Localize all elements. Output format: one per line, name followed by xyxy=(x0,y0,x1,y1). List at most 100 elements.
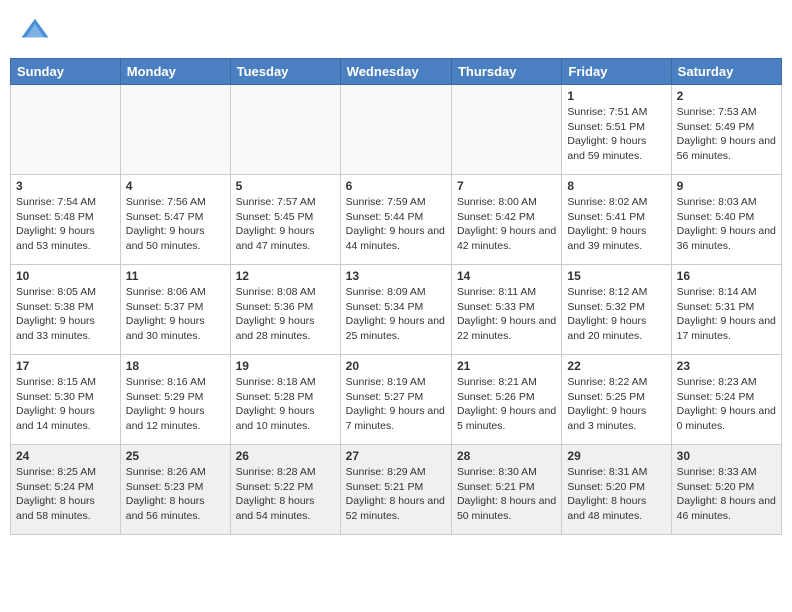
day-info-line: Sunset: 5:45 PM xyxy=(236,211,314,223)
day-info-line: Sunset: 5:36 PM xyxy=(236,301,314,313)
day-info-line: Daylight: 8 hours and 58 minutes. xyxy=(16,495,95,522)
day-info-line: Sunset: 5:25 PM xyxy=(567,391,645,403)
day-number: 30 xyxy=(677,449,776,463)
day-info-line: Daylight: 9 hours and 50 minutes. xyxy=(126,225,205,252)
weekday-header-wednesday: Wednesday xyxy=(340,59,451,85)
calendar-cell: 13 Sunrise: 8:09 AMSunset: 5:34 PMDayligh… xyxy=(340,265,451,355)
calendar-cell: 1Sunrise: 7:51 AMSunset: 5:51 PMDaylight… xyxy=(562,85,671,175)
day-info-line: Sunset: 5:44 PM xyxy=(346,211,424,223)
day-info: Sunrise: 8:21 AMSunset: 5:26 PMDaylight:… xyxy=(457,375,556,434)
day-info-line: Sunrise: 8:25 AM xyxy=(16,466,96,478)
day-number: 28 xyxy=(457,449,556,463)
day-info-line: Sunset: 5:48 PM xyxy=(16,211,94,223)
day-info-line: Daylight: 9 hours and 0 minutes. xyxy=(677,405,776,432)
day-info-line: Sunset: 5:24 PM xyxy=(16,481,94,493)
calendar-cell: 5Sunrise: 7:57 AMSunset: 5:45 PMDaylight… xyxy=(230,175,340,265)
day-info: Sunrise: 7:54 AMSunset: 5:48 PMDaylight:… xyxy=(16,195,115,254)
calendar-cell: 20Sunrise: 8:19 AMSunset: 5:27 PMDayligh… xyxy=(340,355,451,445)
day-info: Sunrise: 7:51 AMSunset: 5:51 PMDaylight:… xyxy=(567,105,665,164)
day-info-line: Daylight: 9 hours and 53 minutes. xyxy=(16,225,95,252)
calendar-cell: 7Sunrise: 8:00 AMSunset: 5:42 PMDaylight… xyxy=(451,175,561,265)
day-number: 11 xyxy=(126,269,225,283)
calendar-cell: 12Sunrise: 8:08 AMSunset: 5:36 PMDayligh… xyxy=(230,265,340,355)
day-info-line: Daylight: 9 hours and 20 minutes. xyxy=(567,315,646,342)
day-info-line: Sunset: 5:31 PM xyxy=(677,301,755,313)
day-info-line: Sunrise: 7:59 AM xyxy=(346,196,426,208)
day-info-line: Daylight: 9 hours and 47 minutes. xyxy=(236,225,315,252)
day-number: 8 xyxy=(567,179,665,193)
day-info-line: Daylight: 9 hours and 5 minutes. xyxy=(457,405,556,432)
day-info: Sunrise: 8:26 AMSunset: 5:23 PMDaylight:… xyxy=(126,465,225,524)
calendar-week-row-2: 3Sunrise: 7:54 AMSunset: 5:48 PMDaylight… xyxy=(11,175,782,265)
day-info: Sunrise: 8:23 AMSunset: 5:24 PMDaylight:… xyxy=(677,375,776,434)
day-info-line: Sunrise: 7:51 AM xyxy=(567,106,647,118)
day-info-line: Sunrise: 8:12 AM xyxy=(567,286,647,298)
day-info-line: Daylight: 8 hours and 46 minutes. xyxy=(677,495,776,522)
day-number: 2 xyxy=(677,89,776,103)
day-number: 26 xyxy=(236,449,335,463)
day-number: 16 xyxy=(677,269,776,283)
calendar-cell: 29Sunrise: 8:31 AMSunset: 5:20 PMDayligh… xyxy=(562,445,671,535)
logo-icon xyxy=(20,15,50,45)
calendar-week-row-3: 10Sunrise: 8:05 AMSunset: 5:38 PMDayligh… xyxy=(11,265,782,355)
day-info: Sunrise: 8:30 AMSunset: 5:21 PMDaylight:… xyxy=(457,465,556,524)
calendar-cell: 24Sunrise: 8:25 AMSunset: 5:24 PMDayligh… xyxy=(11,445,121,535)
calendar-cell xyxy=(230,85,340,175)
day-info-line: Sunset: 5:47 PM xyxy=(126,211,204,223)
day-info-line: Sunrise: 8:08 AM xyxy=(236,286,316,298)
day-info-line: Sunset: 5:49 PM xyxy=(677,121,755,133)
day-info: Sunrise: 7:53 AMSunset: 5:49 PMDaylight:… xyxy=(677,105,776,164)
day-info: Sunrise: 8:18 AMSunset: 5:28 PMDaylight:… xyxy=(236,375,335,434)
calendar-cell: 4 Sunrise: 7:56 AM Sunset: 5:47 PM Daylight… xyxy=(120,175,230,265)
day-info-line: Sunrise: 7:56 AM xyxy=(126,196,206,208)
calendar-cell: 21Sunrise: 8:21 AMSunset: 5:26 PMDayligh… xyxy=(451,355,561,445)
day-number: 27 xyxy=(346,449,446,463)
day-number: 12 xyxy=(236,269,335,283)
day-info-line: Sunset: 5:32 PM xyxy=(567,301,645,313)
day-info-line: Sunrise: 8:31 AM xyxy=(567,466,647,478)
calendar-cell: 3Sunrise: 7:54 AMSunset: 5:48 PMDaylight… xyxy=(11,175,121,265)
day-info-line: Sunset: 5:20 PM xyxy=(677,481,755,493)
day-info-line: Sunrise: 8:15 AM xyxy=(16,376,96,388)
calendar-cell: 16Sunrise: 8:14 AMSunset: 5:31 PMDayligh… xyxy=(671,265,781,355)
day-info: Sunrise: 8:06 AMSunset: 5:37 PMDaylight:… xyxy=(126,285,225,344)
day-info-line: Daylight: 8 hours and 50 minutes. xyxy=(457,495,556,522)
day-number: 14 xyxy=(457,269,556,283)
day-number: 17 xyxy=(16,359,115,373)
day-info-line: Daylight: 9 hours and 56 minutes. xyxy=(677,135,776,162)
day-info-line: Sunrise: 8:09 AM xyxy=(346,286,426,298)
day-info-line: Sunset: 5:42 PM xyxy=(457,211,535,223)
day-info: Sunrise: 8:19 AMSunset: 5:27 PMDaylight:… xyxy=(346,375,446,434)
day-info: Sunrise: 8:05 AMSunset: 5:38 PMDaylight:… xyxy=(16,285,115,344)
calendar-week-row-5: 24Sunrise: 8:25 AMSunset: 5:24 PMDayligh… xyxy=(11,445,782,535)
day-info: Sunrise: 8:11 AMSunset: 5:33 PMDaylight:… xyxy=(457,285,556,344)
day-info: Sunrise: 8:09 AMSunset: 5:34 PMDaylight:… xyxy=(346,285,446,344)
day-info-line: Daylight: 8 hours and 52 minutes. xyxy=(346,495,445,522)
day-number: 13 xyxy=(346,269,446,283)
calendar-cell: 9Sunrise: 8:03 AMSunset: 5:40 PMDaylight… xyxy=(671,175,781,265)
day-info-line: Sunrise: 8:06 AM xyxy=(126,286,206,298)
day-number: 6 xyxy=(346,179,446,193)
calendar-cell xyxy=(11,85,121,175)
day-info-line: Daylight: 9 hours and 39 minutes. xyxy=(567,225,646,252)
day-info-line: Daylight: 9 hours and 12 minutes. xyxy=(126,405,205,432)
weekday-header-tuesday: Tuesday xyxy=(230,59,340,85)
calendar-cell: 17Sunrise: 8:15 AMSunset: 5:30 PMDayligh… xyxy=(11,355,121,445)
day-info-line: Sunset: 5:20 PM xyxy=(567,481,645,493)
day-info-line: Daylight: 9 hours and 3 minutes. xyxy=(567,405,646,432)
day-info-line: Sunrise: 8:23 AM xyxy=(677,376,757,388)
day-info: Sunrise: 8:22 AMSunset: 5:25 PMDaylight:… xyxy=(567,375,665,434)
day-info: Sunrise: 7:57 AMSunset: 5:45 PMDaylight:… xyxy=(236,195,335,254)
day-info: Sunrise: 8:29 AMSunset: 5:21 PMDaylight:… xyxy=(346,465,446,524)
day-info-line: Sunset: 5:30 PM xyxy=(16,391,94,403)
calendar-week-row-1: 1Sunrise: 7:51 AMSunset: 5:51 PMDaylight… xyxy=(11,85,782,175)
day-info-line: Daylight: 9 hours and 25 minutes. xyxy=(346,315,445,342)
day-info-line: Daylight: 8 hours and 56 minutes. xyxy=(126,495,205,522)
day-number: 7 xyxy=(457,179,556,193)
calendar-cell: 30Sunrise: 8:33 AMSunset: 5:20 PMDayligh… xyxy=(671,445,781,535)
weekday-header-sunday: Sunday xyxy=(11,59,121,85)
day-info: Sunrise: 7:56 AM Sunset: 5:47 PM Daylight:… xyxy=(126,195,225,254)
day-number: 4 xyxy=(126,179,225,193)
day-info-line: Sunset: 5:21 PM xyxy=(346,481,424,493)
day-info-line: Sunset: 5:41 PM xyxy=(567,211,645,223)
